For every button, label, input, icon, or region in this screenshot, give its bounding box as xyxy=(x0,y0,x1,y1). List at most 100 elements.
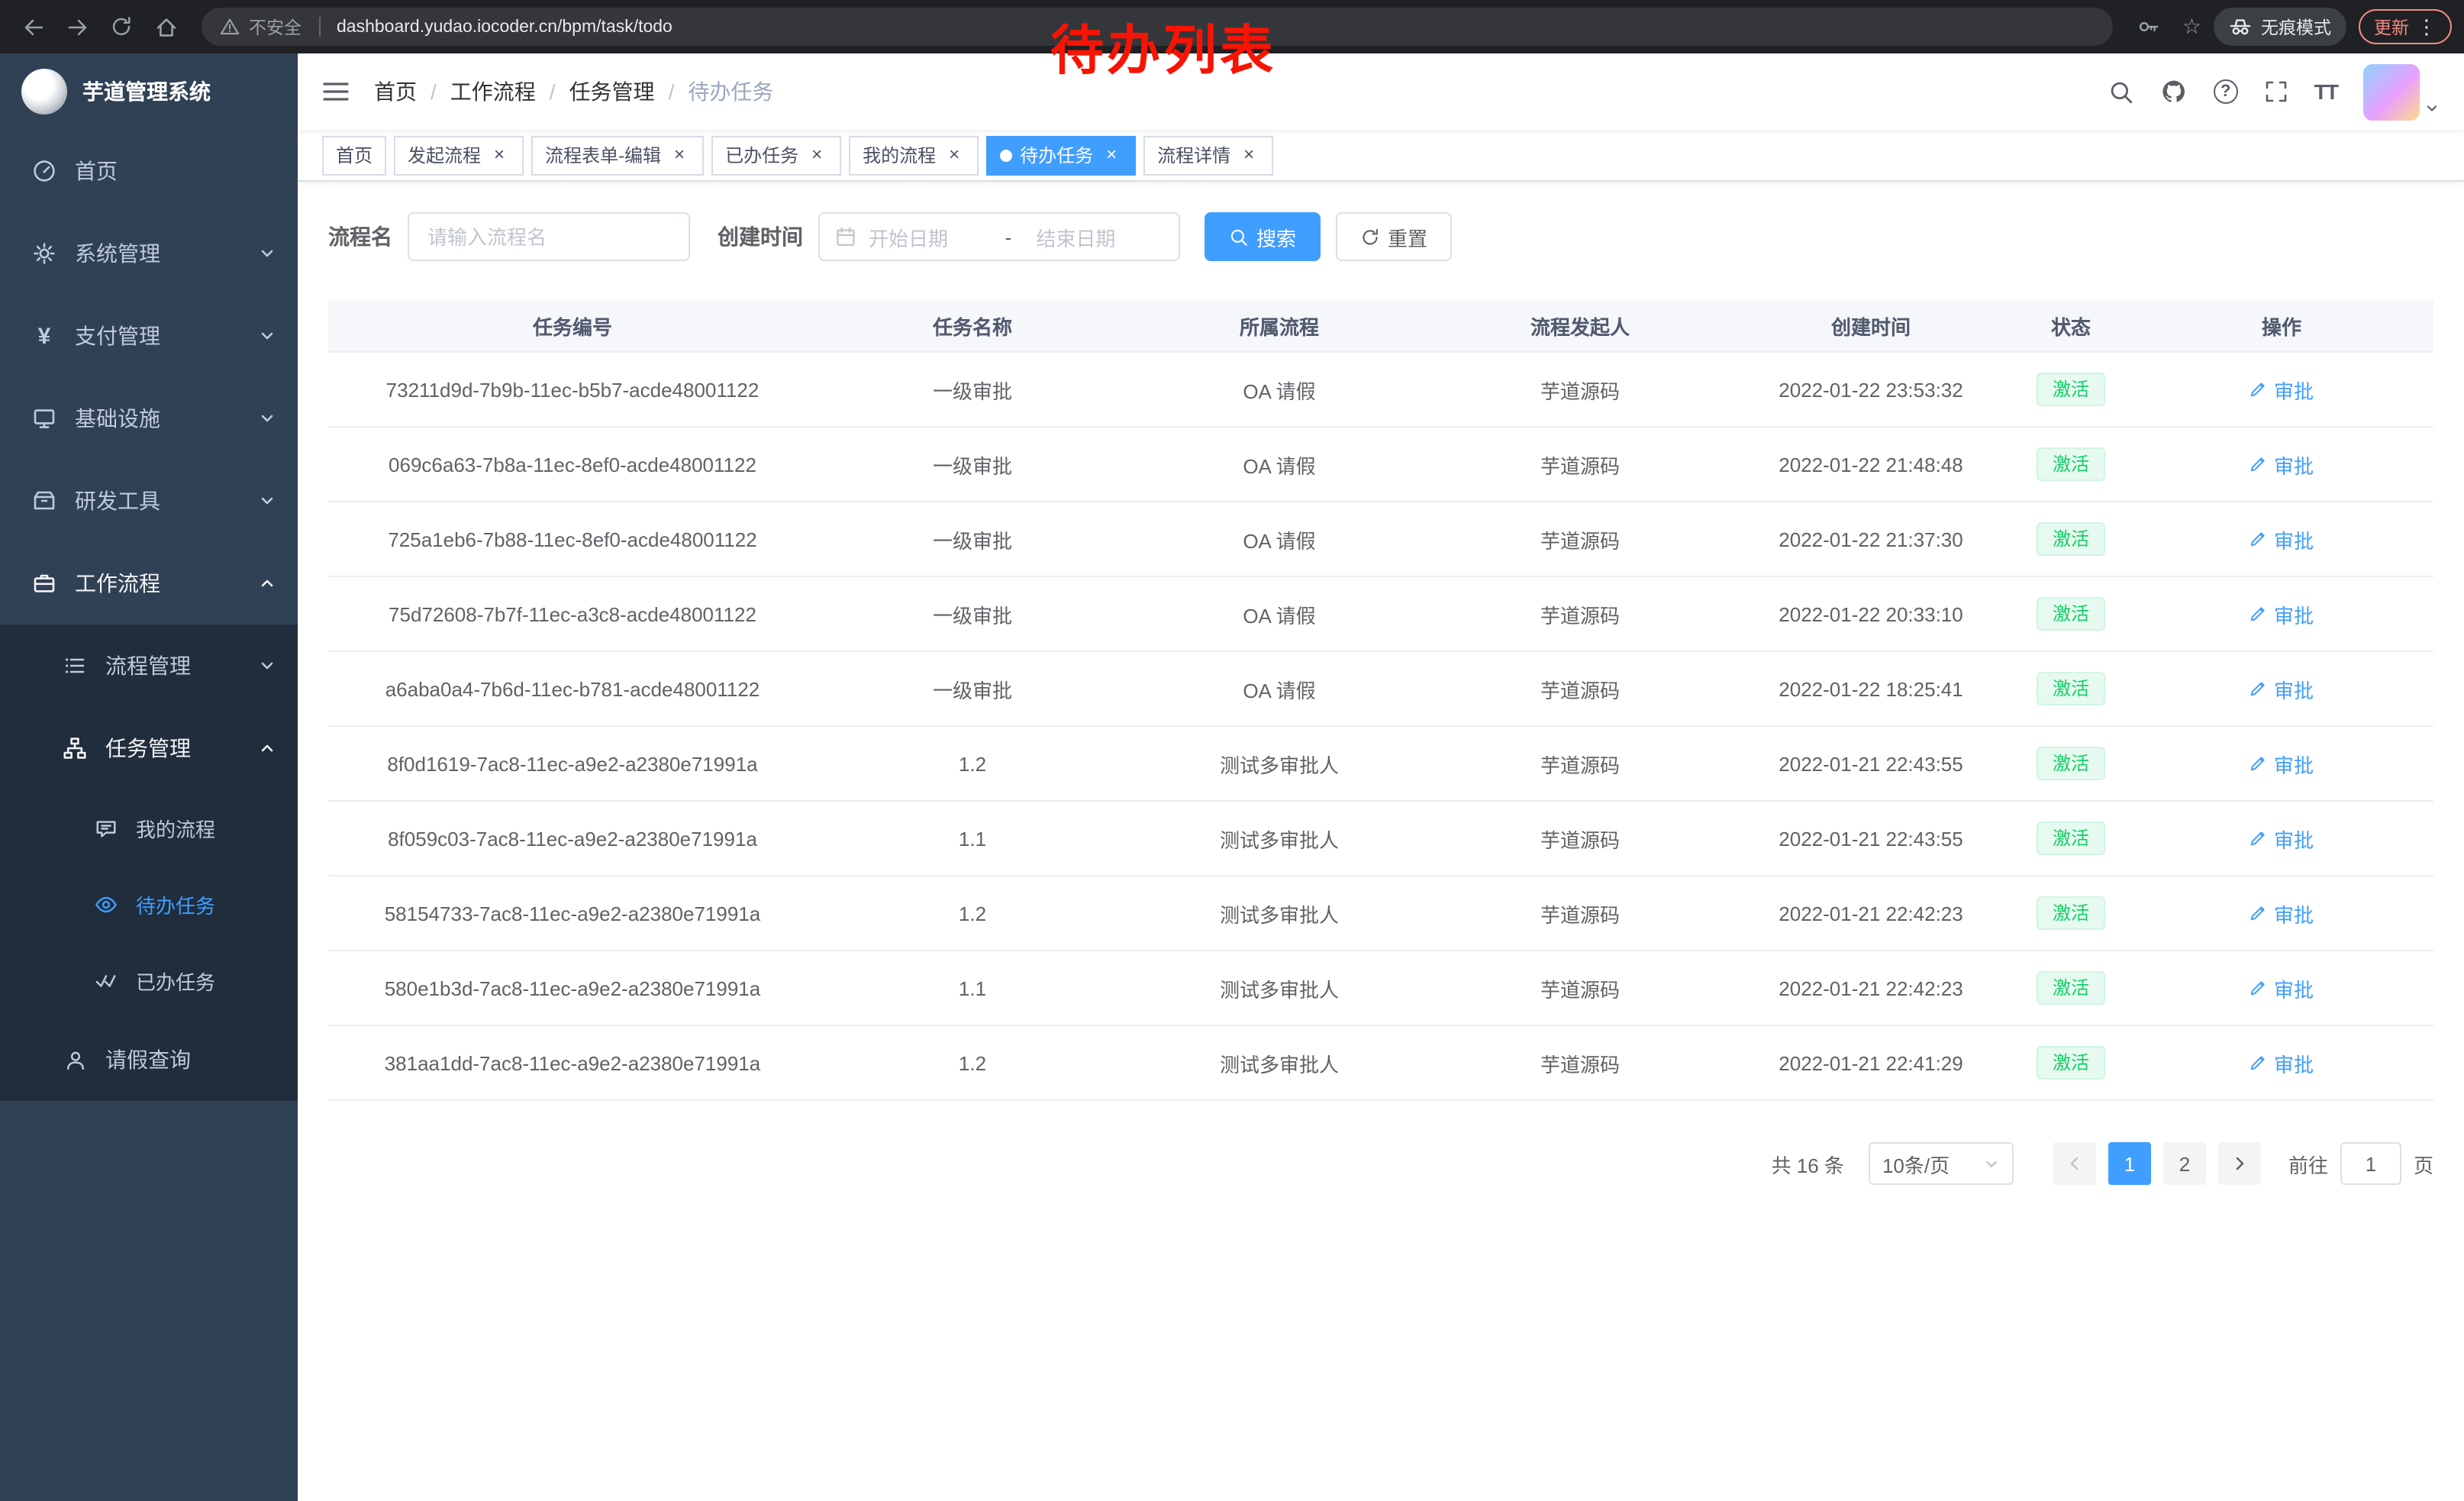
update-button[interactable]: 更新 ⋮ xyxy=(2359,9,2452,44)
approve-button[interactable]: 审批 xyxy=(2250,899,2314,928)
approve-button[interactable]: 审批 xyxy=(2250,375,2314,404)
approve-label: 审批 xyxy=(2274,450,2314,479)
approve-button[interactable]: 审批 xyxy=(2250,674,2314,703)
edit-icon xyxy=(2250,904,2268,922)
page-button-2[interactable]: 2 xyxy=(2163,1142,2206,1185)
sidebar-item-devtools[interactable]: 研发工具 xyxy=(0,460,298,542)
logo-image xyxy=(21,69,67,115)
process-name-input[interactable] xyxy=(408,212,690,261)
breadcrumb-task-mgmt[interactable]: 任务管理 xyxy=(569,76,655,107)
col-task-name: 任务名称 xyxy=(817,299,1128,351)
security-label[interactable]: 不安全 xyxy=(249,15,302,39)
top-navbar: 首页 / 工作流程 / 任务管理 / 待办任务 ? TT xyxy=(298,53,2464,130)
reset-button[interactable]: 重置 xyxy=(1336,212,1452,261)
approve-button[interactable]: 审批 xyxy=(2250,973,2314,1002)
search-button[interactable]: 搜索 xyxy=(1205,212,1321,261)
end-date-placeholder[interactable]: 结束日期 xyxy=(1021,222,1163,251)
cell-process: 测试多审批人 xyxy=(1128,727,1430,800)
cell-process: OA 请假 xyxy=(1128,652,1430,725)
close-icon[interactable]: × xyxy=(1101,144,1122,166)
breadcrumb: 首页 / 工作流程 / 任务管理 / 待办任务 xyxy=(374,76,773,107)
more-menu-icon[interactable]: ⋮ xyxy=(2417,15,2437,39)
close-icon[interactable]: × xyxy=(943,144,965,166)
cell-created: 2022-01-22 23:53:32 xyxy=(1730,353,2012,426)
cell-task-name: 一级审批 xyxy=(817,577,1128,650)
approve-label: 审批 xyxy=(2274,599,2314,628)
table-row: 069c6a63-7b8a-11ec-8ef0-acde48001122 一级审… xyxy=(328,428,2433,502)
reset-button-label: 重置 xyxy=(1388,222,1427,251)
url-text[interactable]: dashboard.yudao.iocoder.cn/bpm/task/todo xyxy=(337,18,672,36)
key-icon[interactable] xyxy=(2129,6,2170,47)
sidebar-item-workflow[interactable]: 工作流程 xyxy=(0,542,298,625)
sidebar-item-label: 流程管理 xyxy=(105,650,191,681)
start-date-placeholder[interactable]: 开始日期 xyxy=(866,222,996,251)
font-size-icon[interactable]: TT xyxy=(2314,79,2337,104)
tab-my-process[interactable]: 我的流程 × xyxy=(849,135,979,175)
next-page-button[interactable] xyxy=(2218,1142,2261,1185)
approve-button[interactable]: 审批 xyxy=(2250,525,2314,554)
cell-process: OA 请假 xyxy=(1128,353,1430,426)
sidebar-item-label: 基础设施 xyxy=(75,403,160,434)
hamburger-icon[interactable] xyxy=(322,79,350,104)
tab-start-process[interactable]: 发起流程 × xyxy=(394,135,524,175)
page-size-select[interactable]: 10条/页 xyxy=(1869,1142,2014,1185)
breadcrumb-home[interactable]: 首页 xyxy=(374,76,417,107)
app-logo[interactable]: 芋道管理系统 xyxy=(0,53,298,130)
close-icon[interactable]: × xyxy=(489,144,510,166)
search-icon[interactable] xyxy=(2108,79,2134,105)
cell-status: 激活 xyxy=(2012,353,2130,426)
sidebar-item-payment[interactable]: ¥ 支付管理 xyxy=(0,295,298,377)
search-btn-icon xyxy=(1229,227,1249,247)
close-icon[interactable]: × xyxy=(1238,144,1259,166)
page-button-1[interactable]: 1 xyxy=(2108,1142,2151,1185)
sidebar-item-task-mgmt[interactable]: 任务管理 xyxy=(0,707,298,789)
tab-form-edit[interactable]: 流程表单-编辑 × xyxy=(531,135,704,175)
caret-down-icon xyxy=(2424,100,2440,115)
tab-label: 待办任务 xyxy=(1020,142,1093,168)
tab-home[interactable]: 首页 xyxy=(322,135,386,175)
forward-icon[interactable] xyxy=(56,6,98,47)
goto-label: 前往 xyxy=(2288,1149,2328,1178)
sidebar-item-infra[interactable]: 基础设施 xyxy=(0,377,298,460)
bookmark-star-icon[interactable]: ☆ xyxy=(2182,14,2201,40)
sidebar-item-todo-tasks[interactable]: 待办任务 xyxy=(0,866,298,942)
tab-process-detail[interactable]: 流程详情 × xyxy=(1143,135,1273,175)
sidebar-item-system[interactable]: 系统管理 xyxy=(0,212,298,295)
breadcrumb-workflow[interactable]: 工作流程 xyxy=(450,76,536,107)
col-initiator: 流程发起人 xyxy=(1430,299,1730,351)
approve-button[interactable]: 审批 xyxy=(2250,749,2314,778)
col-actions: 操作 xyxy=(2130,299,2433,351)
sidebar-item-process-mgmt[interactable]: 流程管理 xyxy=(0,625,298,707)
approve-button[interactable]: 审批 xyxy=(2250,1048,2314,1077)
table-row: 58154733-7ac8-11ec-a9e2-a2380e71991a 1.2… xyxy=(328,876,2433,951)
prev-page-button[interactable] xyxy=(2053,1142,2096,1185)
cell-task-name: 1.1 xyxy=(817,951,1128,1025)
sidebar-item-label: 任务管理 xyxy=(105,733,191,763)
cell-initiator: 芋道源码 xyxy=(1430,1026,1730,1099)
edit-icon xyxy=(2250,1054,2268,1072)
date-range-picker[interactable]: 开始日期 - 结束日期 xyxy=(818,212,1180,261)
table-row: 75d72608-7b7f-11ec-a3c8-acde48001122 一级审… xyxy=(328,577,2433,652)
sidebar-item-leave-query[interactable]: 请假查询 xyxy=(0,1018,298,1101)
sidebar-item-home[interactable]: 首页 xyxy=(0,130,298,212)
github-icon[interactable] xyxy=(2160,78,2188,105)
user-menu[interactable] xyxy=(2363,63,2440,120)
close-icon[interactable]: × xyxy=(806,144,827,166)
approve-button[interactable]: 审批 xyxy=(2250,599,2314,628)
sidebar-item-my-process[interactable]: 我的流程 xyxy=(0,789,298,866)
tab-done-tasks[interactable]: 已办任务 × xyxy=(711,135,841,175)
fullscreen-icon[interactable] xyxy=(2264,79,2288,104)
help-icon[interactable]: ? xyxy=(2214,79,2238,104)
home-icon[interactable] xyxy=(145,6,186,47)
close-icon[interactable]: × xyxy=(669,144,690,166)
approve-button[interactable]: 审批 xyxy=(2250,450,2314,479)
avatar[interactable] xyxy=(2363,63,2420,120)
toolbox-icon xyxy=(31,489,58,513)
goto-page-input[interactable] xyxy=(2340,1142,2401,1185)
refresh-icon[interactable] xyxy=(101,6,142,47)
sidebar-item-done-tasks[interactable]: 已办任务 xyxy=(0,942,298,1018)
tab-todo-tasks[interactable]: 待办任务 × xyxy=(986,135,1136,175)
approve-button[interactable]: 审批 xyxy=(2250,824,2314,853)
table-row: 73211d9d-7b9b-11ec-b5b7-acde48001122 一级审… xyxy=(328,353,2433,428)
back-icon[interactable] xyxy=(12,6,53,47)
